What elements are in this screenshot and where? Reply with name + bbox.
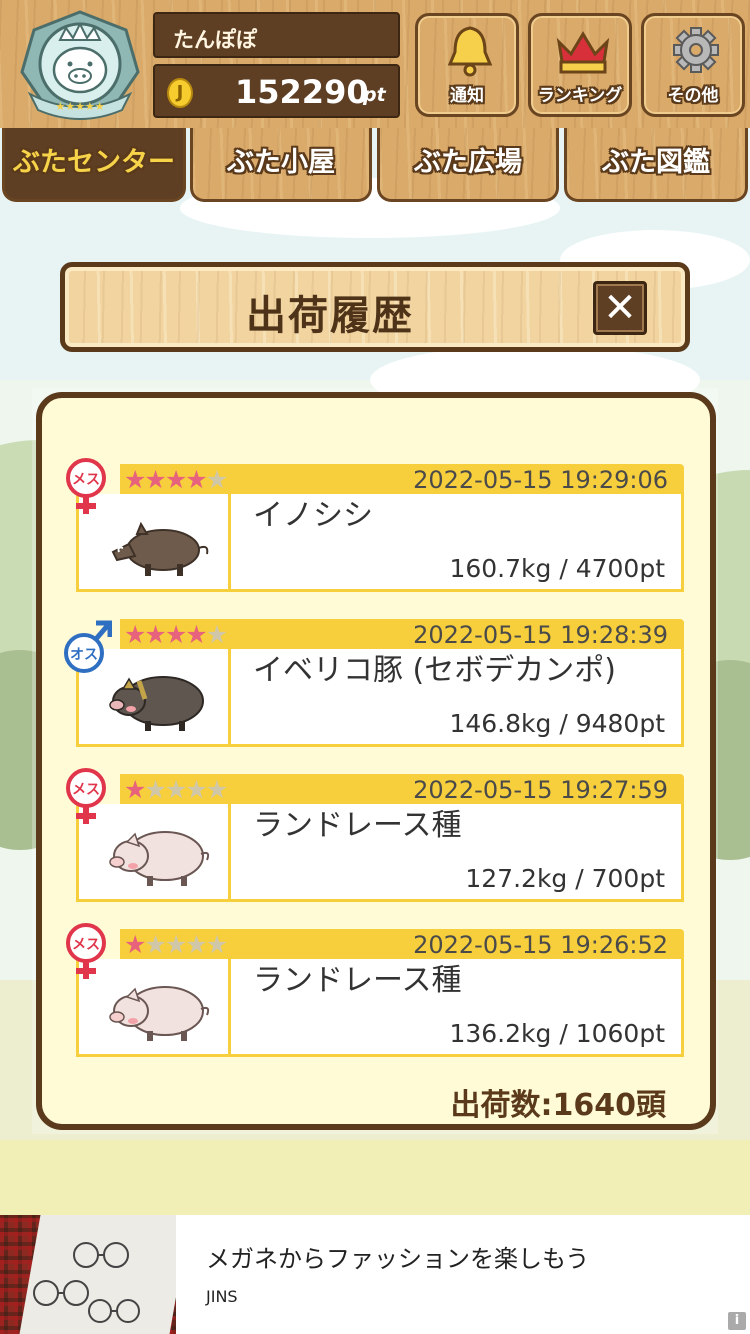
dialog-title-plate: 出荷履歴 ✕ [60,262,690,352]
history-entry: ★★★★★ 2022-05-15 19:26:52 ランドレース種 136.2k… [66,923,684,1057]
gender-label: メス [72,782,100,798]
star-empty-icon: ★ [205,465,228,494]
rarity-stars: ★★★★★ [124,930,228,960]
svg-text:★★★★★: ★★★★★ [55,100,104,113]
rarity-stars: ★★★★★ [124,465,228,495]
star-filled-icon: ★ [124,775,146,804]
weight-points: 127.2kg / 700pt [465,864,665,893]
bell-icon [447,26,493,77]
ad-brand: JINS [206,1287,238,1306]
tab-buta-hiroba[interactable]: ぶた広場 [377,128,559,202]
close-button[interactable]: ✕ [593,281,647,335]
dialog-title: 出荷履歴 [246,293,414,339]
entry-header: ★★★★★ 2022-05-15 19:27:59 [120,774,684,806]
other-label: その他 [667,86,719,106]
ranking-label: ランキング [537,86,623,106]
star-filled-icon: ★ [124,465,146,494]
points-box: J 152290 pt [153,64,400,118]
close-icon: ✕ [603,285,637,331]
other-button[interactable]: その他 [641,13,745,117]
animal-name: イベリコ豚 (セボデカンポ) [253,653,616,688]
entry-header: ★★★★★ 2022-05-15 19:29:06 [120,464,684,496]
star-filled-icon: ★ [144,465,166,494]
crown-icon [556,31,610,74]
star-empty-icon: ★ [185,930,207,959]
shipment-total: 出荷数:1640頭 [450,1088,667,1123]
tab-buta-koya[interactable]: ぶた小屋 [190,128,372,202]
animal-name: イノシシ [253,498,373,533]
entry-datetime: 2022-05-15 19:29:06 [413,466,668,494]
star-empty-icon: ★ [205,930,228,959]
username: たんぽぽ [173,28,257,52]
entry-body: ランドレース種 136.2kg / 1060pt [76,959,684,1057]
rarity-stars: ★★★★★ [124,620,228,650]
tab-buta-center[interactable]: ぶたセンター [2,128,186,202]
entry-datetime: 2022-05-15 19:26:52 [413,931,668,959]
notification-label: 通知 [450,86,484,106]
entry-body: イノシシ 160.7kg / 4700pt [76,494,684,592]
entry-body: ランドレース種 127.2kg / 700pt [76,804,684,902]
star-filled-icon: ★ [124,930,146,959]
shipment-history-panel: ★★★★★ 2022-05-15 19:29:06 イノシシ 160.7kg /… [36,392,716,1130]
ad-image[interactable] [0,1215,176,1334]
weight-points: 160.7kg / 4700pt [449,554,665,583]
notification-button[interactable]: 通知 [415,13,519,117]
star-filled-icon: ★ [185,620,207,649]
weight-points: 146.8kg / 9480pt [449,709,665,738]
points-value: 152290 [235,73,369,111]
male-icon: オス [64,620,112,673]
star-filled-icon: ★ [185,465,207,494]
entry-datetime: 2022-05-15 19:28:39 [413,621,668,649]
gender-label: オス [70,647,98,663]
star-filled-icon: ★ [124,620,146,649]
star-empty-icon: ★ [205,620,228,649]
ad-title[interactable]: メガネからファッションを楽しもう [206,1239,589,1274]
entry-body: イベリコ豚 (セボデカンポ) 146.8kg / 9480pt [76,649,684,747]
animal-name: ランドレース種 [253,963,462,998]
female-icon: メス [66,923,106,979]
female-icon: メス [66,768,106,824]
top-header: ★★★★★ たんぽぽ J 152290 pt 通知 ランキング その他 [0,0,750,128]
gear-icon [673,27,719,73]
username-box: たんぽぽ [153,12,400,58]
female-icon: メス [66,458,106,514]
rarity-stars: ★★★★★ [124,775,228,805]
star-filled-icon: ★ [164,465,187,494]
star-filled-icon: ★ [164,620,187,649]
ad-info-icon[interactable]: i [728,1312,746,1330]
star-empty-icon: ★ [144,775,166,804]
star-empty-icon: ★ [164,775,187,804]
ranking-button[interactable]: ランキング [528,13,632,117]
entry-header: ★★★★★ 2022-05-15 19:28:39 [120,619,684,651]
history-entry: ★★★★★ 2022-05-15 19:29:06 イノシシ 160.7kg /… [66,458,684,592]
main-tabs: ぶたセンター ぶた小屋 ぶた広場 ぶた図鑑 [0,128,750,208]
entry-datetime: 2022-05-15 19:27:59 [413,776,668,804]
animal-name: ランドレース種 [253,808,462,843]
star-filled-icon: ★ [144,620,166,649]
history-entry: ★★★★★ 2022-05-15 19:27:59 ランドレース種 127.2k… [66,768,684,902]
star-empty-icon: ★ [144,930,166,959]
gender-label: メス [72,472,100,488]
glasses-icon [33,1242,140,1323]
star-empty-icon: ★ [205,775,228,804]
ad-banner[interactable]: メガネからファッションを楽しもう JINS i [0,1215,750,1334]
coin-icon: J [167,78,193,108]
weight-points: 136.2kg / 1060pt [449,1019,665,1048]
entry-header: ★★★★★ 2022-05-15 19:26:52 [120,929,684,961]
tab-buta-zukan[interactable]: ぶた図鑑 [564,128,748,202]
gender-label: メス [72,937,100,953]
points-unit: pt [363,84,386,106]
player-badge-icon[interactable]: ★★★★★ [16,10,144,122]
history-entry: ★★★★★ 2022-05-15 19:28:39 イベリコ豚 (セボデカンポ)… [64,619,684,747]
star-empty-icon: ★ [164,930,187,959]
star-empty-icon: ★ [185,775,207,804]
